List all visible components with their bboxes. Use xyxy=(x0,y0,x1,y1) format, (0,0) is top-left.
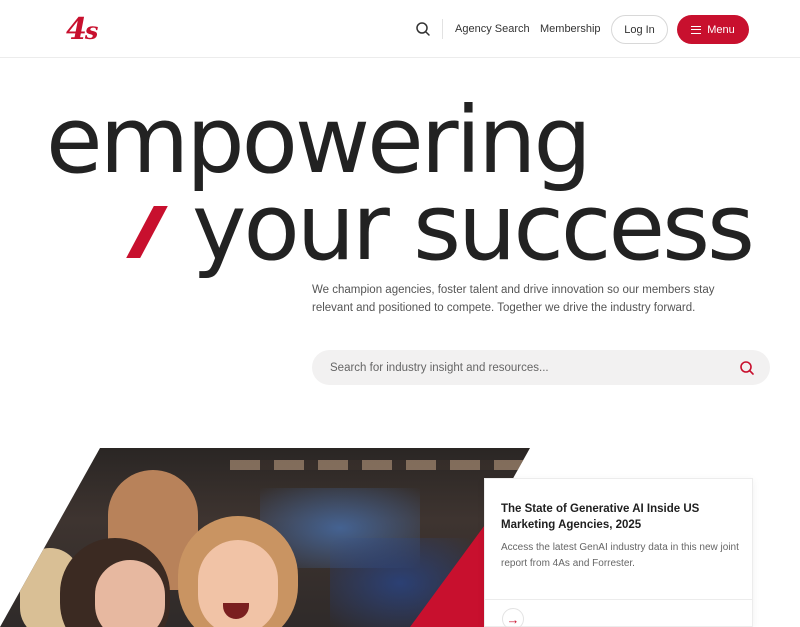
site-search-bar xyxy=(312,350,770,385)
feature-description: Access the latest GenAI industry data in… xyxy=(501,542,739,569)
hero-intro-text: We champion agencies, foster talent and … xyxy=(312,284,715,314)
hamburger-icon xyxy=(691,25,702,34)
logo-text-s: s xyxy=(84,16,98,45)
login-button[interactable]: Log In xyxy=(611,15,668,44)
menu-label: Menu xyxy=(707,23,735,36)
site-search-input[interactable] xyxy=(330,361,738,374)
nav-membership[interactable]: Membership xyxy=(540,20,601,38)
menu-button[interactable]: Menu xyxy=(677,15,749,44)
nav-agency-search[interactable]: Agency Search xyxy=(455,20,530,38)
4as-logo[interactable]: 4s xyxy=(66,10,98,51)
card-divider xyxy=(485,599,752,600)
search-icon[interactable] xyxy=(738,359,756,377)
hero-headline-line2: your success xyxy=(192,174,755,281)
feature-title[interactable]: The State of Generative AI Inside US Mar… xyxy=(501,501,741,533)
red-slash-accent xyxy=(126,206,168,258)
feature-card[interactable]: The State of Generative AI Inside US Mar… xyxy=(484,478,753,627)
header-search-icon[interactable] xyxy=(413,19,433,39)
logo-text: 4 xyxy=(66,12,87,47)
login-label: Log In xyxy=(624,23,655,36)
arrow-right-icon[interactable]: → xyxy=(502,608,524,627)
header-divider xyxy=(442,19,443,39)
site-header: 4s Agency Search Membership Log In Menu xyxy=(0,0,800,58)
